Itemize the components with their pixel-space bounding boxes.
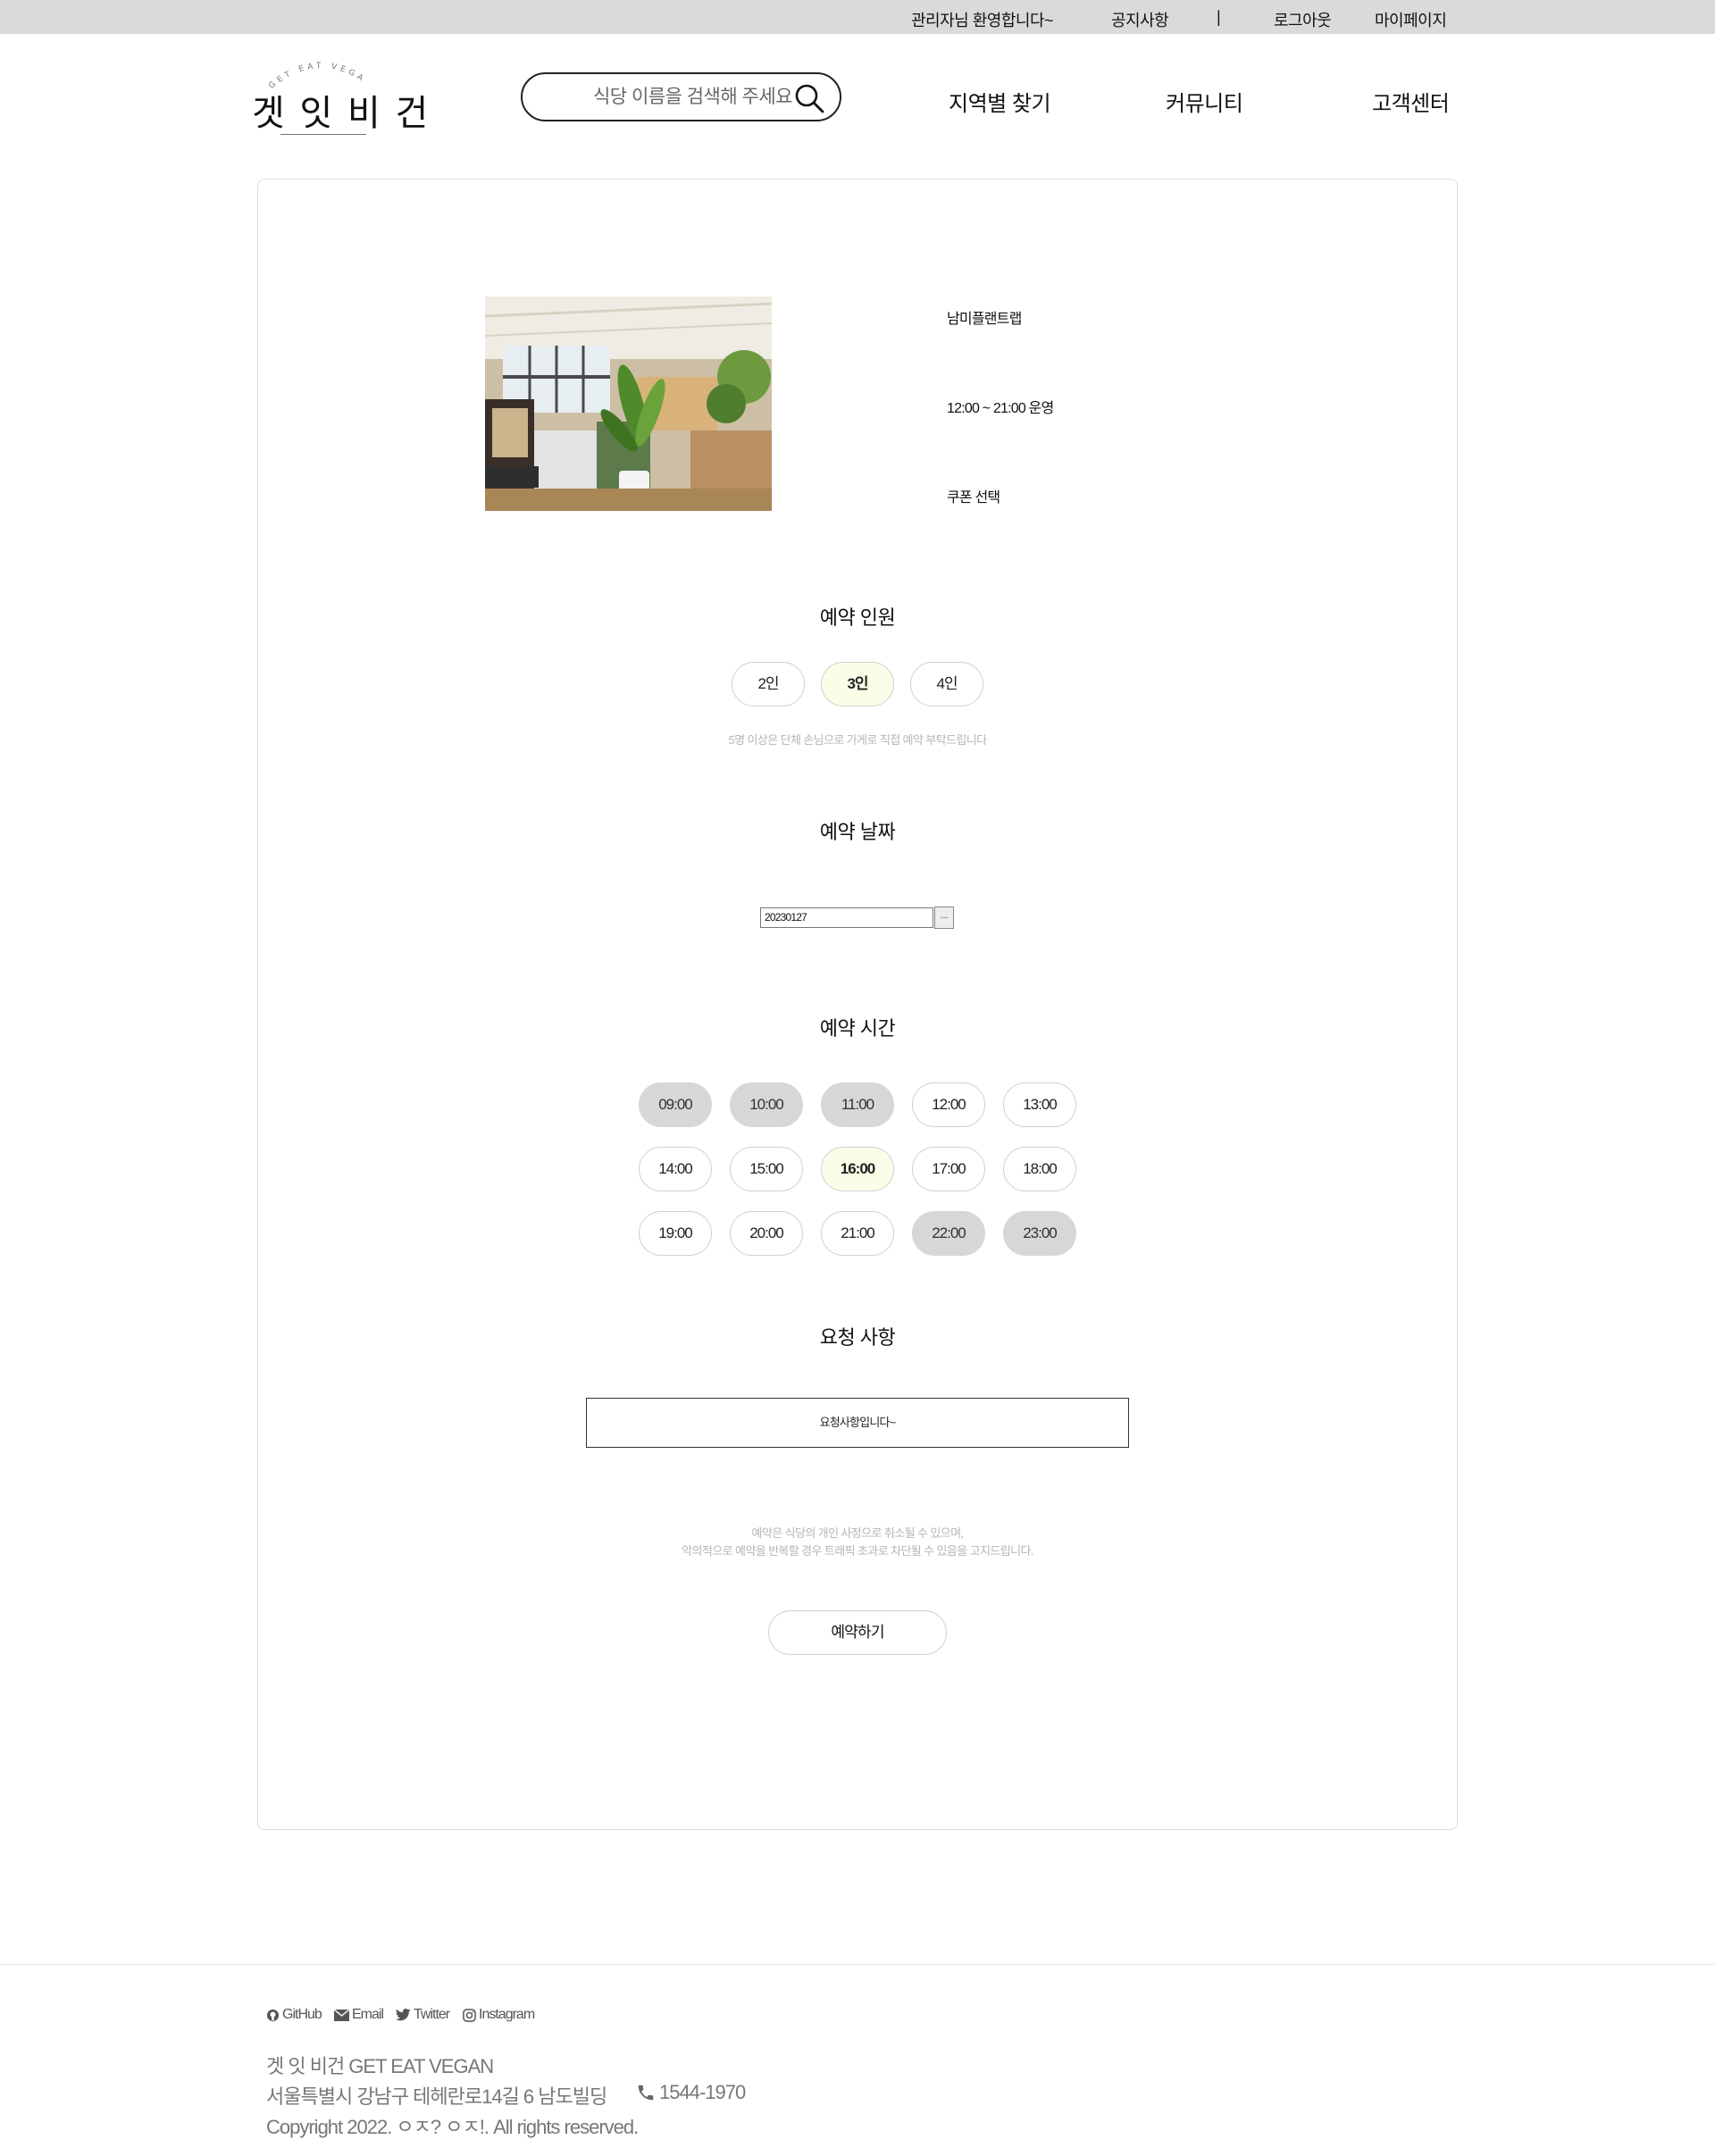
search-input[interactable] bbox=[558, 83, 792, 112]
party-size-note: 5명 이상은 단체 손님으로 가게로 직접 예약 부탁드립니다 bbox=[728, 733, 988, 747]
cancel-notice-line2: 악의적으로 예약을 반복할 경우 트래픽 초과로 차단될 수 있음을 고지드립니… bbox=[682, 1544, 1033, 1558]
logo-underline bbox=[280, 134, 366, 135]
search-icon[interactable] bbox=[793, 82, 825, 114]
time-title: 예약 시간 bbox=[819, 1017, 896, 1040]
footer-phone: 1544-1970 bbox=[636, 2081, 746, 2104]
topbar-divider: | bbox=[1217, 8, 1221, 26]
github-icon bbox=[266, 2009, 280, 2021]
logout-link[interactable]: 로그아웃 bbox=[1274, 8, 1332, 31]
twitter-link[interactable]: Twitter bbox=[396, 2007, 450, 2023]
time-slot-button[interactable]: 19:00 bbox=[639, 1211, 712, 1256]
party-size-title: 예약 인원 bbox=[819, 606, 896, 629]
footer-copyright: Copyright 2022. ㅇㅈ? ㅇㅈ!. All rights rese… bbox=[266, 2116, 639, 2138]
time-slot-button[interactable]: 14:00 bbox=[639, 1147, 712, 1191]
twitter-icon bbox=[396, 2009, 411, 2021]
footer-divider bbox=[0, 1964, 1715, 1965]
time-slot-button[interactable]: 18:00 bbox=[1003, 1147, 1076, 1191]
logo-title: 겟 잇 비 건 bbox=[252, 93, 431, 134]
footer-brand: 겟 잇 비건 GET EAT VEGAN bbox=[266, 2055, 494, 2077]
github-label: GitHub bbox=[282, 2007, 322, 2022]
time-slot-button: 10:00 bbox=[730, 1082, 803, 1127]
footer-phone-number: 1544-1970 bbox=[659, 2081, 746, 2103]
instagram-link[interactable]: Instagram bbox=[463, 2007, 535, 2023]
restaurant-name: 남미플랜트랩 bbox=[947, 312, 1022, 327]
party-size-option[interactable]: 2인 bbox=[732, 662, 805, 706]
cancel-notice-line1: 예약은 식당의 개인 사정으로 취소될 수 있으며, bbox=[751, 1526, 965, 1540]
mypage-link[interactable]: 마이페이지 bbox=[1375, 8, 1447, 31]
footer-address: 서울특별시 강남구 테헤란로14길 6 남도빌딩 bbox=[266, 2085, 607, 2108]
instagram-label: Instagram bbox=[479, 2007, 535, 2022]
time-slot-button[interactable]: 13:00 bbox=[1003, 1082, 1076, 1127]
time-slot-button[interactable]: 16:00 bbox=[821, 1147, 894, 1191]
instagram-icon bbox=[463, 2008, 476, 2022]
time-slot-button: 23:00 bbox=[1003, 1211, 1076, 1256]
reserve-button[interactable]: 예약하기 bbox=[768, 1610, 947, 1655]
reservation-card bbox=[257, 179, 1458, 1830]
email-link[interactable]: Email bbox=[334, 2007, 384, 2023]
nav-region[interactable]: 지역별 찾기 bbox=[949, 86, 1051, 117]
time-slot-button[interactable]: 21:00 bbox=[821, 1211, 894, 1256]
restaurant-photo bbox=[485, 297, 772, 511]
time-slot-button: 09:00 bbox=[639, 1082, 712, 1127]
nav-community[interactable]: 커뮤니티 bbox=[1166, 86, 1243, 117]
github-link[interactable]: GitHub bbox=[266, 2007, 322, 2023]
party-size-option[interactable]: 3인 bbox=[821, 662, 894, 706]
date-picker-button[interactable]: ... bbox=[934, 907, 954, 929]
top-bar: 관리자님 환영합니다~ 공지사항 | 로그아웃 마이페이지 bbox=[0, 0, 1715, 34]
restaurant-hours: 12:00 ~ 21:00 운영 bbox=[947, 401, 1054, 416]
date-title: 예약 날짜 bbox=[819, 821, 896, 843]
party-size-option[interactable]: 4인 bbox=[910, 662, 983, 706]
welcome-text: 관리자님 환영합니다~ bbox=[911, 12, 1054, 29]
time-slot-button[interactable]: 17:00 bbox=[912, 1147, 985, 1191]
email-icon bbox=[334, 2009, 349, 2021]
time-slot-button[interactable]: 20:00 bbox=[730, 1211, 803, 1256]
nav-support[interactable]: 고객센터 bbox=[1372, 86, 1450, 117]
request-title: 요청 사항 bbox=[819, 1326, 896, 1349]
twitter-label: Twitter bbox=[414, 2007, 450, 2022]
date-input[interactable]: 20230127 bbox=[760, 907, 933, 928]
time-slot-button[interactable]: 15:00 bbox=[730, 1147, 803, 1191]
email-label: Email bbox=[352, 2007, 384, 2022]
time-slot-button: 11:00 bbox=[821, 1082, 894, 1127]
notice-link[interactable]: 공지사항 bbox=[1111, 8, 1169, 31]
time-slot-button: 22:00 bbox=[912, 1211, 985, 1256]
phone-icon bbox=[638, 2085, 654, 2101]
request-input[interactable]: 요청사항입니다~ bbox=[586, 1398, 1129, 1448]
search-bar bbox=[521, 72, 841, 121]
coupon-select[interactable]: 쿠폰 선택 bbox=[947, 485, 1000, 506]
logo[interactable]: GET EAT VEGAN 겟 잇 비 건 bbox=[250, 54, 428, 138]
time-slot-button[interactable]: 12:00 bbox=[912, 1082, 985, 1127]
